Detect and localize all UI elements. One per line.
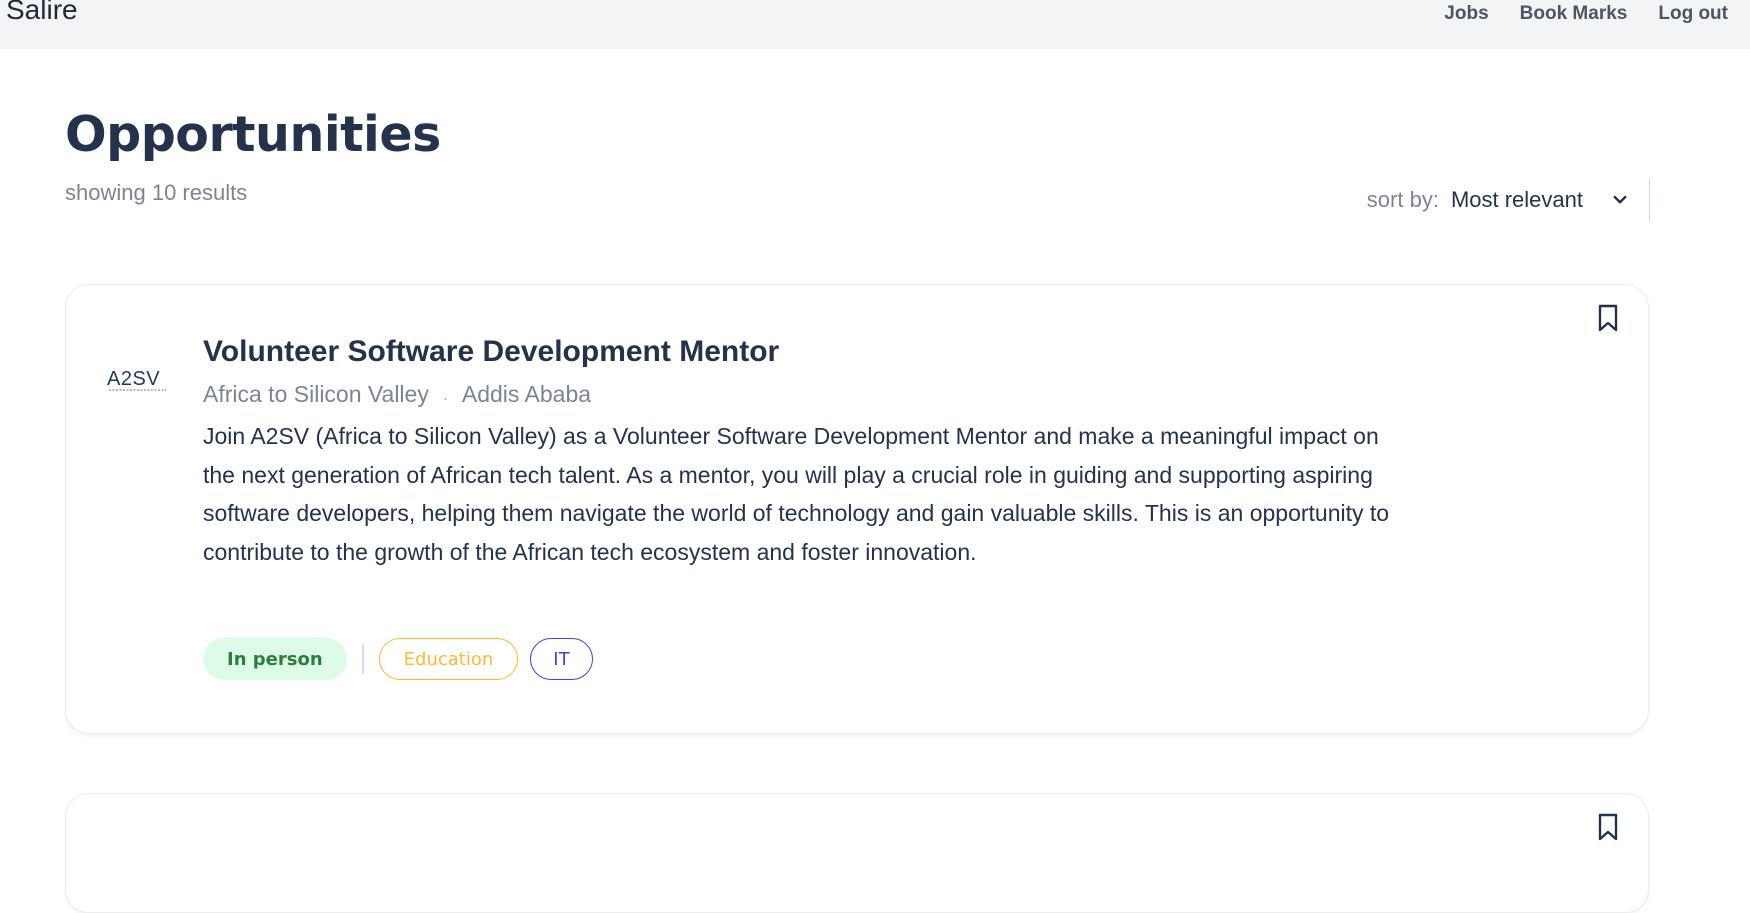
bookmark-icon[interactable]	[1596, 812, 1620, 842]
job-location: Addis Ababa	[461, 381, 592, 407]
results-count: showing 10 results	[65, 180, 248, 205]
job-description: Join A2SV (Africa to Silicon Valley) as …	[203, 423, 1390, 565]
job-title[interactable]: Volunteer Software Development Mentor	[203, 335, 779, 369]
sort-label: sort by:	[1366, 187, 1439, 212]
tag-in-person: In person	[203, 638, 347, 680]
job-card[interactable]: A2SV Volunteer Software Development Ment…	[65, 284, 1649, 734]
company-logo: A2SV	[107, 368, 166, 391]
meta-separator: .	[442, 384, 448, 404]
tag-divider	[361, 644, 364, 674]
nav-link-jobs[interactable]: Jobs	[1444, 3, 1488, 25]
nav-links: Jobs Book Marks Log out	[1444, 0, 1728, 28]
job-tags: In person Education IT	[203, 638, 593, 680]
top-navbar: Salire Jobs Book Marks Log out	[0, 0, 1750, 49]
bookmark-icon[interactable]	[1596, 303, 1620, 333]
nav-link-bookmarks[interactable]: Book Marks	[1520, 3, 1628, 25]
sort-dropdown[interactable]: sort by: Most relevant	[1367, 178, 1650, 222]
logo-text: A2SV	[107, 368, 160, 390]
job-meta: Africa to Silicon Valley . Addis Ababa	[203, 381, 591, 408]
sort-value[interactable]: Most relevant	[1451, 187, 1583, 213]
company-name: Africa to Silicon Valley	[203, 381, 429, 407]
tag-it: IT	[530, 638, 593, 680]
tag-education: Education	[378, 638, 519, 680]
nav-link-logout[interactable]: Log out	[1658, 3, 1728, 25]
page-title: Opportunities	[65, 106, 441, 163]
chevron-down-icon[interactable]	[1611, 191, 1629, 209]
brand-logo[interactable]: Salire	[6, 0, 78, 26]
job-card[interactable]	[65, 793, 1649, 913]
